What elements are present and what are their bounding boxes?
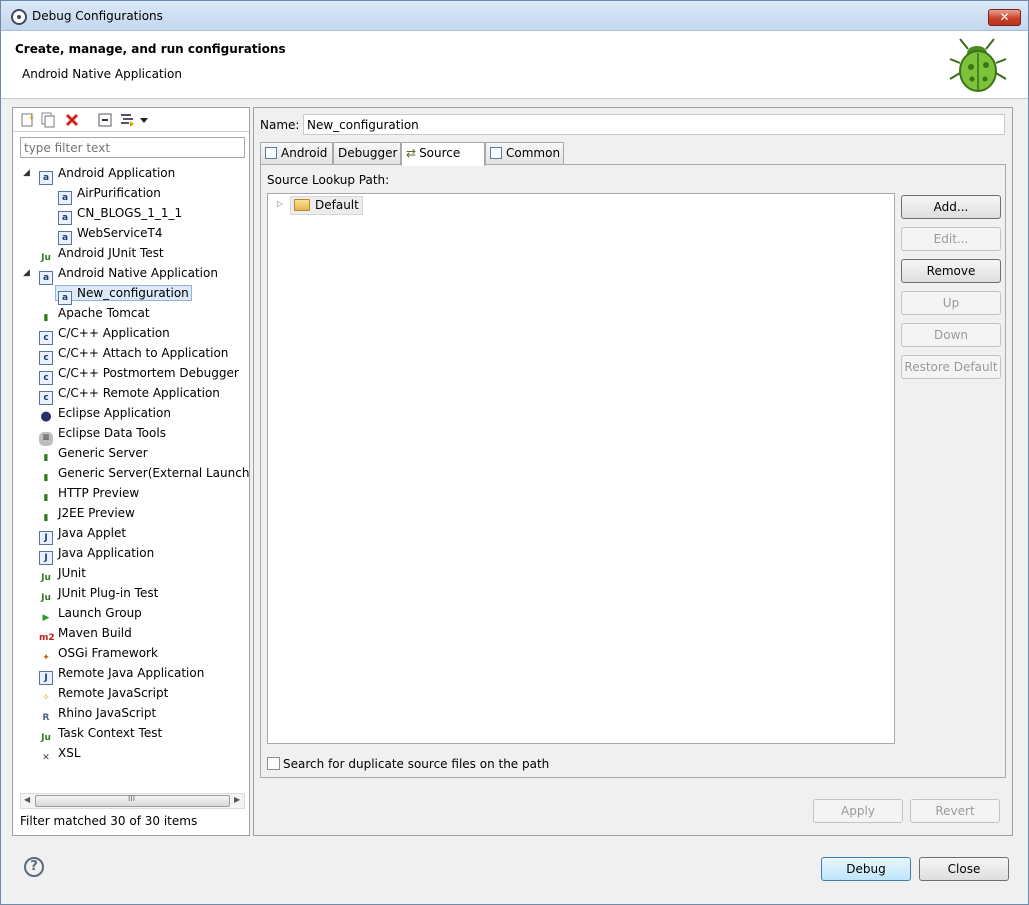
scrollbar-grip: III — [128, 794, 136, 803]
configuration-list-panel: + ◢ aAndroid Application aAirPurificatio… — [12, 107, 250, 836]
configuration-editor-panel: Name: Android Debugger ⇄Source Common So… — [253, 107, 1013, 836]
tree-item-junit-plugin-test[interactable]: Ju JUnit Plug-in Test — [39, 583, 158, 603]
source-tab-icon: ⇄ — [406, 146, 417, 160]
tree-item-eclipse-data-tools[interactable]: ≡ Eclipse Data Tools — [39, 423, 166, 446]
tree-item-apache-tomcat[interactable]: ▮ Apache Tomcat — [39, 303, 150, 323]
filter-config-icon[interactable] — [119, 112, 135, 128]
configuration-tree: ◢ a Android Application a AirPurification … — [13, 163, 249, 793]
add-button[interactable]: Add... — [901, 195, 1001, 219]
duplicate-icon[interactable] — [40, 112, 56, 128]
tree-item-java-application[interactable]: J Java Application — [39, 543, 154, 565]
up-button[interactable]: Up — [901, 291, 1001, 315]
tree-item-task-context-test[interactable]: Ju Task Context Test — [39, 723, 162, 743]
filter-status-text: Filter matched 30 of 30 items — [20, 814, 198, 828]
down-button[interactable]: Down — [901, 323, 1001, 347]
tree-item-generic-server[interactable]: ▮ Generic Server — [39, 443, 148, 463]
window-title: Debug Configurations — [32, 9, 163, 23]
name-label: Name: — [260, 118, 300, 132]
tree-item-eclipse-application[interactable]: ● Eclipse Application — [39, 403, 171, 423]
filter-input[interactable] — [20, 137, 245, 158]
source-lookup-label: Source Lookup Path: — [267, 173, 390, 187]
tree-item-osgi-framework[interactable]: ✦ OSGi Framework — [39, 643, 158, 663]
tree-item-rhino-javascript[interactable]: R Rhino JavaScript — [39, 703, 157, 723]
tree-item-xsl[interactable]: ✕ XSL — [39, 743, 80, 763]
tree-item-c-postmortem[interactable]: c C/C++ Postmortem Debugger — [39, 363, 239, 385]
apply-button[interactable]: Apply — [813, 799, 903, 823]
header-title: Create, manage, and run configurations — [15, 42, 286, 56]
debug-button[interactable]: Debug — [821, 857, 911, 881]
folder-icon — [294, 199, 310, 211]
eclipse-debug-icon — [11, 9, 27, 25]
debug-configurations-window: Debug Configurations ✕ Create, manage, a… — [0, 0, 1029, 905]
android-app-icon: a — [39, 271, 53, 285]
close-button[interactable]: Close — [919, 857, 1009, 881]
scroll-right-icon[interactable]: ▶ — [234, 795, 240, 804]
tab-debugger[interactable]: Debugger — [333, 142, 401, 165]
title-bar[interactable]: Debug Configurations ✕ — [1, 1, 1028, 31]
left-toolbar: + — [13, 108, 249, 132]
tree-item-webservicet4[interactable]: a WebServiceT4 — [58, 223, 162, 245]
duplicate-search-checkbox[interactable]: Search for duplicate source files on the… — [267, 757, 549, 771]
dialog-header: Create, manage, and run configurations A… — [1, 31, 1028, 99]
tree-item-launch-group[interactable]: ▶ Launch Group — [39, 603, 142, 623]
tab-android[interactable]: Android — [260, 142, 333, 165]
tree-item-remote-javascript[interactable]: ✧ Remote JavaScript — [39, 683, 168, 703]
delete-icon[interactable] — [64, 112, 80, 128]
checkbox-box[interactable] — [267, 757, 280, 770]
tree-item-remote-java-application[interactable]: J Remote Java Application — [39, 663, 204, 685]
revert-button[interactable]: Revert — [910, 799, 1000, 823]
tree-item-new-configuration[interactable]: a New_configuration — [55, 283, 192, 305]
edit-button[interactable]: Edit... — [901, 227, 1001, 251]
bug-icon — [949, 38, 1007, 92]
new-config-icon[interactable]: + — [19, 112, 35, 128]
tree-item-c-application[interactable]: c C/C++ Application — [39, 323, 170, 345]
source-tab-panel: Source Lookup Path: ▷ Default Add... Edi… — [260, 164, 1006, 778]
tree-item-j2ee-preview[interactable]: ▮ J2EE Preview — [39, 503, 135, 523]
help-icon[interactable]: ? — [24, 857, 44, 877]
tree-item-c-attach[interactable]: c C/C++ Attach to Application — [39, 343, 228, 365]
xsl-icon: ✕ — [42, 753, 50, 763]
tree-item-maven-build[interactable]: m2 Maven Build — [39, 623, 132, 643]
tree-item-generic-server-external[interactable]: ▮ Generic Server(External Launch) — [39, 463, 249, 483]
tab-common[interactable]: Common — [485, 142, 564, 165]
tree-item-http-preview[interactable]: ▮ HTTP Preview — [39, 483, 140, 503]
collapse-all-icon[interactable] — [97, 112, 113, 128]
horizontal-scrollbar[interactable]: ◀ III ▶ — [20, 793, 245, 809]
tree-item-junit[interactable]: Ju JUnit — [39, 563, 86, 583]
name-input[interactable] — [303, 114, 1005, 135]
tree-item-java-applet[interactable]: J Java Applet — [39, 523, 126, 545]
collapsed-arrow-icon[interactable]: ▷ — [277, 199, 283, 208]
dropdown-arrow-icon[interactable] — [139, 112, 149, 128]
tab-source[interactable]: ⇄ Source — [401, 142, 485, 166]
expanded-arrow-icon[interactable]: ◢ — [23, 168, 33, 178]
tree-item-airpurification[interactable]: a AirPurification — [58, 183, 161, 205]
scrollbar-thumb[interactable]: III — [35, 794, 230, 807]
tree-item-cn-blogs[interactable]: a CN_BLOGS_1_1_1 — [58, 203, 182, 225]
default-source-entry[interactable]: Default — [290, 196, 363, 215]
restore-default-button[interactable]: Restore Default — [901, 355, 1001, 379]
scroll-left-icon[interactable]: ◀ — [24, 795, 30, 804]
tree-item-android-junit-test[interactable]: Ju Android JUnit Test — [39, 243, 164, 263]
tree-item-android-application[interactable]: a Android Application — [39, 163, 175, 185]
android-tab-icon — [265, 147, 277, 159]
source-lookup-tree[interactable]: ▷ Default — [267, 193, 895, 744]
expanded-arrow-icon[interactable]: ◢ — [23, 268, 33, 278]
close-window-button[interactable]: ✕ — [988, 9, 1021, 26]
android-app-icon: a — [39, 171, 53, 185]
header-subtitle: Android Native Application — [22, 67, 182, 81]
svg-text:+: + — [28, 113, 35, 122]
tree-item-c-remote[interactable]: c C/C++ Remote Application — [39, 383, 220, 405]
selected-item-highlight: a New_configuration — [55, 285, 192, 305]
tree-item-android-native-application[interactable]: a Android Native Application — [39, 263, 218, 285]
common-tab-icon — [490, 147, 502, 159]
remove-button[interactable]: Remove — [901, 259, 1001, 283]
